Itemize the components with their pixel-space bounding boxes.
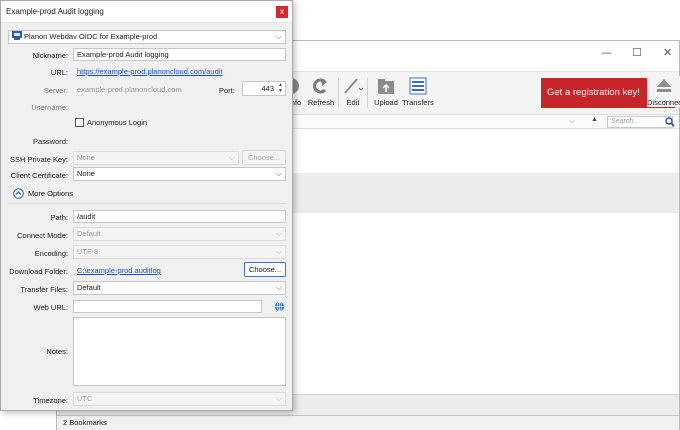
timezone-select[interactable]: UTC ⌵ xyxy=(73,392,286,406)
chevron-down-icon: ⌵ xyxy=(275,394,282,403)
minimize-button[interactable]: — xyxy=(601,46,612,59)
port-spinner[interactable]: ▲ ▼ xyxy=(278,82,283,94)
path-field[interactable]: /audit xyxy=(73,210,286,223)
encoding-select[interactable]: UTF-8 ⌵ xyxy=(73,245,286,259)
transfer-files-select[interactable]: Default ⌵ xyxy=(73,281,286,295)
chevron-down-icon: ⌵ xyxy=(275,247,282,256)
disconnect-label: Disconnect xyxy=(647,98,680,107)
encoding-label: Encoding: xyxy=(34,249,68,258)
download-folder-choose-button[interactable]: Choose... xyxy=(244,262,286,277)
server-field[interactable]: example-prod.planoncloud.com xyxy=(73,83,213,96)
refresh-label: Refresh xyxy=(307,98,335,107)
transfers-icon xyxy=(409,77,427,95)
password-field[interactable] xyxy=(73,134,286,147)
chevron-down-icon: ⌵ xyxy=(275,32,282,41)
chevron-down-icon: ⌵ xyxy=(275,283,282,292)
transfers-button[interactable]: Transfers xyxy=(401,76,435,107)
protocol-select[interactable]: Planon Webdav OIDC for Example-prod ⌵ xyxy=(8,30,286,44)
status-bar: 2 Bookmarks xyxy=(57,415,679,430)
download-folder-label: Download Folder: xyxy=(9,267,68,276)
port-field[interactable]: 443 ▲ ▼ xyxy=(242,81,286,96)
notes-label: Notes: xyxy=(46,347,68,356)
encoding-value: UTF-8 xyxy=(77,247,99,256)
ssh-choose-button[interactable]: Choose... xyxy=(242,150,286,165)
refresh-icon xyxy=(313,78,327,94)
protocol-value: Planon Webdav OIDC for Example-prod xyxy=(24,32,158,41)
more-options-label[interactable]: More Options xyxy=(28,189,73,198)
dialog-title: Example-prod Audit logging xyxy=(6,7,104,16)
pencil-icon xyxy=(344,78,364,94)
password-label: Password: xyxy=(32,137,68,146)
globe-icon[interactable] xyxy=(274,301,285,312)
toolbar-divider xyxy=(338,78,339,108)
ssh-private-key-value: None xyxy=(77,153,95,162)
search-input[interactable]: Search... xyxy=(607,116,673,128)
bookmark-dialog: Example-prod Audit logging x Planon Webd… xyxy=(0,0,293,411)
ssh-private-key-select[interactable]: None ⌵ xyxy=(73,151,239,165)
notes-textarea[interactable] xyxy=(73,317,286,386)
path-label: Path: xyxy=(50,213,68,222)
section-divider xyxy=(8,203,286,204)
edit-label: Edit xyxy=(346,98,360,107)
anonymous-login-checkbox[interactable] xyxy=(75,118,84,127)
nickname-field[interactable]: Example-prod Audit logging xyxy=(73,48,286,61)
connect-mode-select[interactable]: Default ⌵ xyxy=(73,227,286,241)
web-url-field[interactable] xyxy=(73,300,262,313)
transfers-label: Transfers xyxy=(402,98,434,107)
chevron-down-icon: ⌵ xyxy=(275,229,282,238)
edit-button[interactable]: Edit xyxy=(340,76,366,107)
timezone-label: Timezone: xyxy=(33,396,68,405)
maximize-button[interactable]: ☐ xyxy=(632,46,642,59)
sort-up-icon[interactable]: ▲ xyxy=(591,116,598,123)
port-value: 443 xyxy=(261,84,274,93)
client-certificate-value: None xyxy=(77,169,95,178)
transfer-files-value: Default xyxy=(77,283,101,292)
download-folder-link[interactable]: C:\example-prod auditlog xyxy=(77,266,161,275)
client-certificate-select[interactable]: None ⌵ xyxy=(73,167,286,181)
refresh-button[interactable]: Refresh xyxy=(307,76,335,107)
url-link[interactable]: https://example-prod.planoncloud.com/aud… xyxy=(77,67,223,76)
close-window-button[interactable]: ✕ xyxy=(663,46,672,59)
web-url-label: Web URL: xyxy=(33,303,68,312)
transfer-files-label: Transfer Files: xyxy=(20,285,68,294)
chevron-down-icon: ⌵ xyxy=(228,153,235,162)
client-certificate-label: Client Certificate: xyxy=(10,171,68,180)
eject-icon xyxy=(657,79,671,92)
url-link-wrapper: https://example-prod.planoncloud.com/aud… xyxy=(73,65,286,78)
upload-label: Upload xyxy=(374,98,398,107)
username-field[interactable] xyxy=(73,100,286,113)
download-folder-link-wrapper: C:\example-prod auditlog xyxy=(73,264,239,277)
server-icon xyxy=(12,31,22,40)
connect-mode-label: Connect Mode: xyxy=(17,231,68,240)
dialog-titlebar: Example-prod Audit logging x xyxy=(1,1,292,23)
chevron-down-icon[interactable]: ⌵ xyxy=(569,116,575,126)
chevron-up-circle-icon[interactable] xyxy=(13,188,24,199)
nickname-label: Nickname: xyxy=(32,51,68,60)
anonymous-login-label: Anonymous Login xyxy=(87,118,148,127)
timezone-value: UTC xyxy=(77,394,93,403)
connect-mode-value: Default xyxy=(77,229,101,238)
close-icon[interactable]: x xyxy=(276,6,288,18)
toolbar-divider xyxy=(367,78,368,108)
chevron-down-icon: ⌵ xyxy=(275,169,282,178)
upload-icon xyxy=(378,79,394,94)
port-label: Port: xyxy=(219,86,235,95)
disconnect-button[interactable]: Disconnect xyxy=(647,76,680,107)
url-label: URL: xyxy=(50,68,68,77)
ssh-private-key-label: SSH Private Key: xyxy=(10,155,68,164)
server-label: Server: xyxy=(43,86,68,95)
upload-button[interactable]: Upload xyxy=(373,76,399,107)
search-icon[interactable] xyxy=(665,117,675,127)
username-label: Username: xyxy=(31,103,68,112)
